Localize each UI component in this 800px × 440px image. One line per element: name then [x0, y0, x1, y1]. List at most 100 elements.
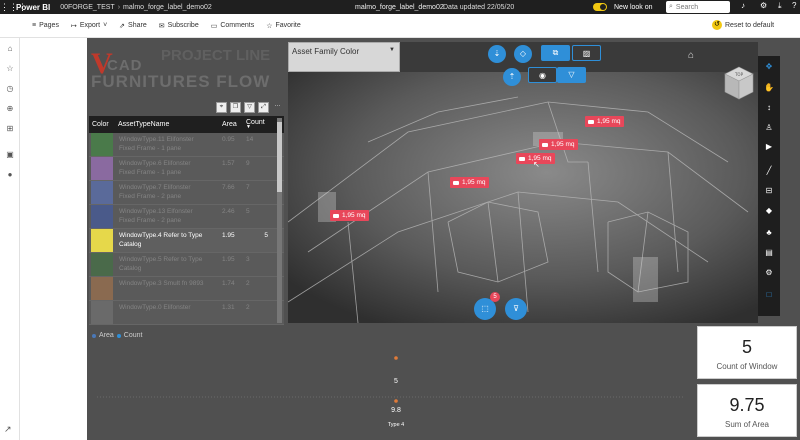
tag-icon: [542, 142, 548, 147]
recent-clock-icon[interactable]: ◷: [0, 84, 20, 93]
favorites-star-icon[interactable]: ☆: [0, 64, 20, 73]
column-header-count[interactable]: Count ▼: [246, 119, 274, 130]
view-cube[interactable]: TOP: [723, 65, 755, 105]
measure-ruler-icon[interactable]: ╱: [758, 166, 780, 175]
color-cell: [89, 205, 116, 228]
tag-icon: [333, 213, 339, 218]
asset-family-color-dropdown[interactable]: Asset Family Color ▼: [288, 42, 400, 72]
area-data-point[interactable]: [394, 399, 398, 403]
table-scrollbar[interactable]: [277, 118, 282, 323]
visual-header: ⌖ ❐ ▽ ⤢ ···: [216, 102, 283, 113]
workspaces-icon[interactable]: ▣: [0, 150, 20, 159]
count-cell: 2: [246, 304, 250, 311]
help-icon[interactable]: ?: [792, 1, 796, 10]
area-cell: 1.57: [222, 160, 235, 167]
workspace-avatar-icon[interactable]: ●: [0, 170, 20, 179]
camera-icon[interactable]: ▶: [758, 142, 780, 151]
count-cell: 9: [246, 160, 250, 167]
settings-gear-icon[interactable]: ⚙: [760, 1, 767, 10]
asset-type-name-cell: WindowType.3 Smult fn 9893: [119, 280, 204, 287]
chevron-down-icon: ˅: [103, 22, 108, 29]
app-launcher-icon[interactable]: ⋮⋮⋮: [0, 2, 27, 13]
expand-nav-icon[interactable]: ↗: [4, 424, 12, 435]
fullscreen-icon[interactable]: □: [758, 290, 780, 299]
home-icon[interactable]: ⌂: [0, 44, 20, 53]
legend-count[interactable]: Count: [124, 332, 143, 339]
apps-icon[interactable]: ⊞: [0, 124, 20, 133]
section-button[interactable]: ⧉: [541, 45, 570, 61]
more-options-icon[interactable]: ···: [272, 102, 283, 113]
table-row[interactable]: WindowType.6 Elifonster Fixed Frame - 1 p…: [89, 157, 284, 181]
table-row[interactable]: WindowType.5 Refer to Type Catalog 1.95 3: [89, 253, 284, 277]
focus-target-button[interactable]: ◉: [528, 67, 557, 83]
share-button[interactable]: ⇗ Share: [119, 22, 147, 30]
data-updated-status[interactable]: Data updated 22/05/20: [443, 4, 514, 11]
table-row[interactable]: WindowType.7 Elifonster Fixed Frame - 2 p…: [89, 181, 284, 205]
tag-icon: [588, 119, 594, 124]
orbit-icon[interactable]: ✥: [758, 62, 780, 71]
notification-bell-icon[interactable]: ♪: [741, 1, 745, 10]
scrollbar-thumb[interactable]: [277, 122, 282, 192]
area-label[interactable]: 1,95 mq: [450, 177, 489, 188]
viewer-filter-button[interactable]: ▽: [557, 67, 586, 83]
explode-down-button[interactable]: ⇣: [488, 45, 506, 63]
forge-3d-viewer[interactable]: [288, 72, 758, 323]
focus-mode-icon[interactable]: ⤢: [258, 102, 269, 113]
area-count-chart: 5 9.8 Type 4: [97, 356, 685, 428]
report-subtitle: FURNITURES FLOW: [91, 72, 271, 91]
favorite-button[interactable]: ☆ Favorite: [266, 22, 301, 30]
export-button[interactable]: ↦ Export ˅: [71, 22, 107, 30]
area-label[interactable]: 1,95 mq: [539, 139, 578, 150]
pin-icon[interactable]: ⌖: [216, 102, 227, 113]
color-cell: [89, 181, 116, 204]
breadcrumb-workspace[interactable]: 00FORGE_TEST: [60, 4, 114, 11]
create-plus-icon[interactable]: ⊕: [0, 104, 20, 113]
legend-dot-area: [92, 333, 96, 338]
mail-icon: ✉: [158, 22, 165, 30]
isolate-button[interactable]: ◇: [514, 45, 532, 63]
column-header-color[interactable]: Color: [89, 121, 116, 128]
table-row[interactable]: WindowType.3 Smult fn 9893 1.74 2: [89, 277, 284, 301]
explode-icon[interactable]: ◆: [758, 206, 780, 215]
explode-up-button[interactable]: ⇡: [503, 68, 521, 86]
home-view-icon[interactable]: ⌂: [688, 50, 694, 61]
x-tick-label: Type 4: [388, 422, 405, 428]
search-box[interactable]: ⌕ Search: [666, 1, 730, 13]
app-name[interactable]: Power BI: [16, 3, 50, 12]
model-browser-icon[interactable]: ♣: [758, 228, 780, 237]
building-model-render[interactable]: [288, 72, 758, 323]
pages-button[interactable]: ≡ Pages: [32, 22, 59, 29]
sum-of-area-card[interactable]: 9.75 Sum of Area: [697, 384, 797, 437]
copy-icon[interactable]: ❐: [230, 102, 241, 113]
count-data-point[interactable]: [394, 356, 398, 360]
column-header-area[interactable]: Area: [222, 121, 246, 128]
chart-legend: Area Count: [92, 332, 142, 339]
table-row[interactable]: WindowType.0 Elifonster 1.31 2: [89, 301, 284, 325]
table-row[interactable]: WindowType.4 Refer to Type Catalog 1.95 5: [89, 229, 284, 253]
area-label[interactable]: 1,95 mq: [585, 116, 624, 127]
hatch-button[interactable]: ▨: [572, 45, 601, 61]
clear-filter-button[interactable]: ⊽: [505, 298, 527, 320]
column-header-asset-type-name[interactable]: AssetTypeName: [116, 121, 222, 128]
color-cell: [89, 157, 116, 180]
download-icon[interactable]: ⤓: [778, 1, 782, 11]
legend-area[interactable]: Area: [99, 332, 114, 339]
comments-button[interactable]: ▭ Comments: [211, 22, 254, 30]
new-look-toggle[interactable]: [593, 3, 607, 11]
breadcrumb-report[interactable]: malmo_forge_label_demo02: [123, 4, 212, 11]
settings-gear-icon[interactable]: ⚙: [758, 268, 780, 277]
section-box-icon[interactable]: ⊟: [758, 186, 780, 195]
color-swatch: [91, 205, 113, 228]
subscribe-button[interactable]: ✉ Subscribe: [159, 22, 199, 30]
walk-person-icon[interactable]: ♙: [758, 123, 780, 132]
table-row[interactable]: WindowType.11 Elifonster Fixed Frame - 1 …: [89, 133, 284, 157]
count-of-window-card[interactable]: 5 Count of Window: [697, 326, 797, 379]
pan-hand-icon[interactable]: ✋: [758, 83, 780, 92]
zoom-icon[interactable]: ↕: [758, 103, 780, 112]
properties-icon[interactable]: ▤: [758, 248, 780, 257]
reset-to-default-button[interactable]: ↺ Reset to default: [712, 20, 774, 30]
table-row[interactable]: WindowType.13 Elfonster Fixed Frame - 2 p…: [89, 205, 284, 229]
filter-icon[interactable]: ▽: [244, 102, 255, 113]
color-cell: [89, 133, 116, 156]
area-label[interactable]: 1,95 mq: [330, 210, 369, 221]
